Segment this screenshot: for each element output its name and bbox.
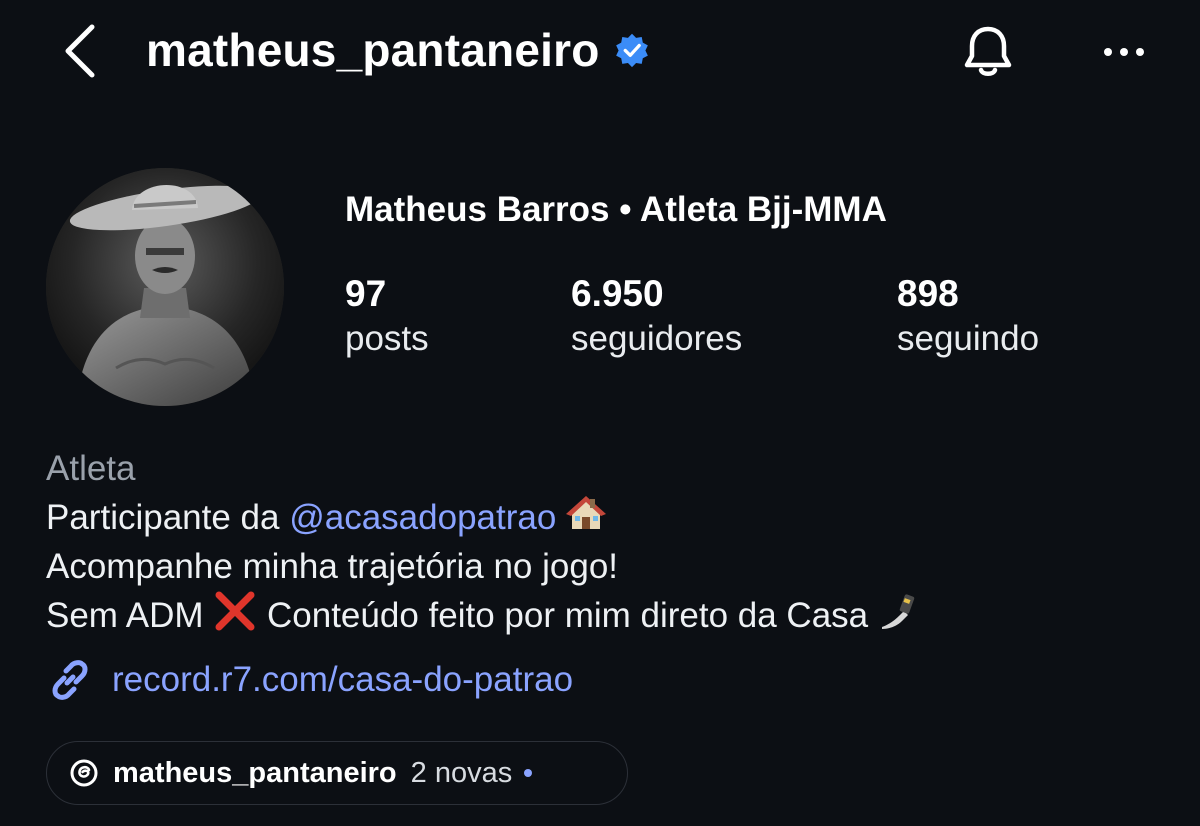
- chevron-left-icon: [65, 24, 95, 78]
- external-link[interactable]: record.r7.com/casa-do-patrao: [46, 652, 573, 708]
- stat-followers-label: seguidores: [571, 319, 743, 358]
- bio-line-1-text: Participante da: [46, 498, 290, 537]
- stat-posts-label: posts: [345, 319, 429, 358]
- stat-followers-value: 6.950: [571, 273, 664, 314]
- threads-username: matheus_pantaneiro: [113, 756, 397, 789]
- profile-page: matheus_pantaneiro Matheus Barros • Atle…: [0, 0, 1200, 826]
- stat-following-value: 898: [897, 273, 959, 314]
- stat-posts-value: 97: [345, 273, 387, 314]
- avatar-photo: [46, 168, 284, 406]
- top-bar: matheus_pantaneiro: [0, 0, 1200, 100]
- cross-mark-emoji: [215, 591, 255, 631]
- stat-posts[interactable]: 97 posts: [345, 272, 429, 362]
- bio-line-3: Sem ADM Conteúdo feito por mim direto da…: [46, 591, 1146, 640]
- more-horizontal-icon: [1104, 48, 1144, 56]
- bio-mention-link[interactable]: @acasadopatrao: [289, 498, 556, 537]
- external-link-text: record.r7.com/casa-do-patrao: [112, 660, 574, 699]
- more-options-button[interactable]: [1094, 26, 1154, 78]
- bio-line-1: Participante da @acasadopatrao: [46, 493, 1146, 542]
- threads-new-count: 2 novas: [410, 756, 513, 789]
- profile-avatar[interactable]: [46, 168, 284, 406]
- notifications-button[interactable]: [956, 20, 1020, 84]
- bio: Atleta Participante da @acasadopatrao Ac…: [46, 444, 1146, 640]
- threads-badge-button[interactable]: matheus_pantaneiro 2 novas: [46, 741, 628, 805]
- stat-following-label: seguindo: [897, 319, 1040, 358]
- header-username-group: matheus_pantaneiro: [146, 18, 650, 82]
- bell-icon: [964, 26, 1012, 76]
- threads-unread-dot: [524, 769, 533, 777]
- bio-line-2: Acompanhe minha trajetória no jogo!: [46, 547, 619, 586]
- bio-line-3-prefix: Sem ADM: [46, 596, 214, 635]
- back-button[interactable]: [52, 20, 108, 82]
- selfie-emoji: [881, 594, 915, 629]
- header-username: matheus_pantaneiro: [146, 24, 600, 76]
- bio-line-3-suffix: Conteúdo feito por mim direto da Casa: [257, 596, 878, 635]
- verified-badge-icon: [615, 33, 648, 68]
- bio-category: Atleta: [46, 449, 136, 488]
- stat-following[interactable]: 898 seguindo: [897, 272, 1039, 362]
- link-icon: [52, 660, 88, 700]
- display-name: Matheus Barros • Atleta Bjj-MMA: [345, 190, 887, 229]
- threads-icon: [70, 759, 98, 787]
- stat-followers[interactable]: 6.950 seguidores: [571, 272, 742, 362]
- house-emoji: [566, 496, 607, 529]
